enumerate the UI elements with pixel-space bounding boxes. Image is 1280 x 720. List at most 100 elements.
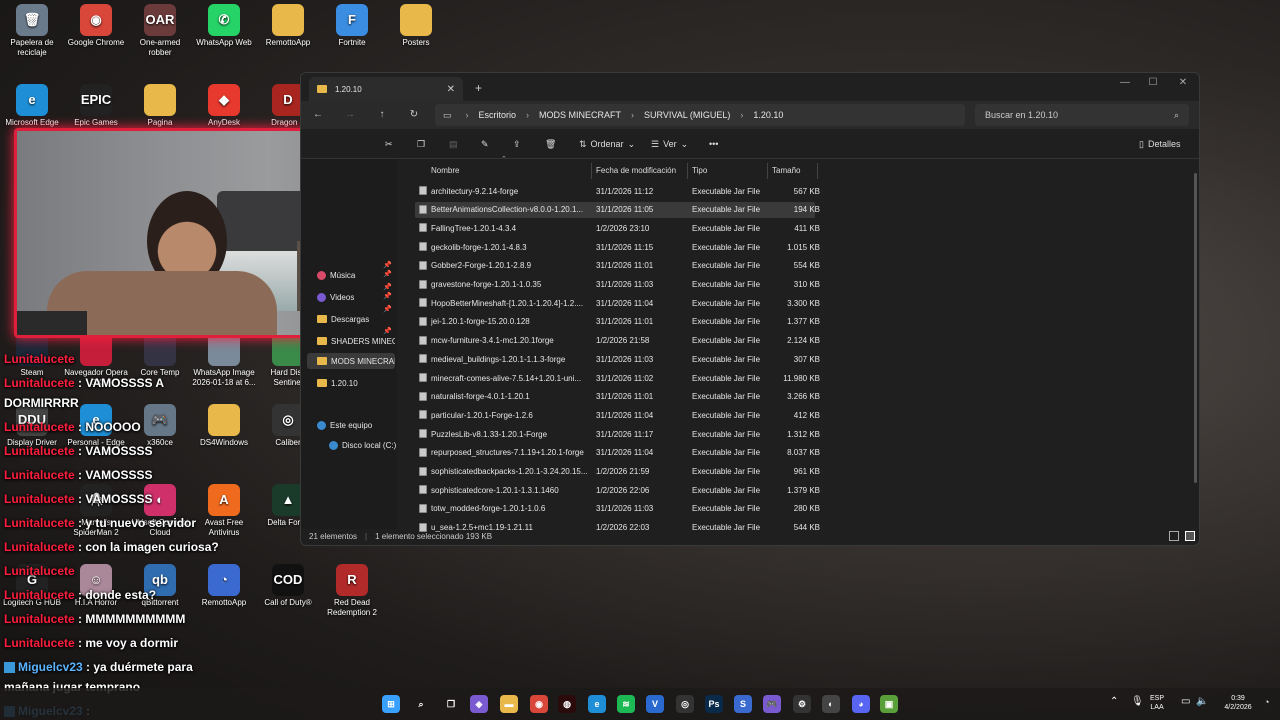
forward-icon[interactable]: → bbox=[343, 108, 357, 122]
file-row[interactable]: Gobber2-Forge-1.20.1-2.8.9 31/1/2026 11:0… bbox=[415, 258, 820, 274]
minimize-button[interactable]: — bbox=[1113, 77, 1137, 91]
close-button[interactable]: ✕ bbox=[1171, 77, 1195, 91]
chrome-icon[interactable]: ◉ bbox=[530, 695, 548, 713]
file-row[interactable]: repurposed_structures-7.1.19+1.20.1-forg… bbox=[415, 445, 820, 461]
file-row[interactable]: jei-1.20.1-forge-15.20.0.128 31/1/2026 11… bbox=[415, 314, 820, 330]
column-header[interactable]: Fecha de modificación bbox=[592, 163, 688, 179]
widgets-icon[interactable]: ◈ bbox=[470, 695, 488, 713]
paste-icon[interactable]: ▤ bbox=[449, 137, 458, 151]
nav-item[interactable]: MODS MINECRAFT bbox=[307, 353, 395, 369]
details-button[interactable]: ▯ Detalles bbox=[1139, 137, 1180, 151]
details-view-icon[interactable] bbox=[1169, 531, 1179, 541]
file-row[interactable]: FallingTree-1.20.1-4.3.4 1/2/2026 23:10 Ex… bbox=[415, 220, 820, 236]
close-tab-icon[interactable]: ✕ bbox=[447, 84, 455, 95]
desktop-icon[interactable]: OAR One-armed robber bbox=[128, 4, 192, 58]
nav-item[interactable]: SHADERS MINECRAFT bbox=[317, 333, 395, 349]
file-row[interactable]: gravestone-forge-1.20.1-1.0.35 31/1/2026 … bbox=[415, 277, 820, 293]
desktop-icon[interactable]: WhatsApp Image 2026-01-18 at 6... bbox=[192, 334, 256, 388]
desktop-icon[interactable]: COD Call of Duty® bbox=[256, 564, 320, 608]
delete-icon[interactable]: 🗑 bbox=[545, 137, 556, 151]
file-row[interactable]: totw_modded-forge-1.20.1-1.0.6 31/1/2026 … bbox=[415, 501, 820, 517]
volume-icon[interactable]: 🔈 bbox=[1196, 696, 1208, 707]
copy-icon[interactable]: ❐ bbox=[417, 137, 425, 151]
new-tab-button[interactable]: + bbox=[475, 81, 482, 95]
column-header[interactable]: Tamaño bbox=[768, 163, 818, 179]
nav-item[interactable]: Descargas bbox=[317, 311, 395, 327]
microphone-icon[interactable]: 🎙 bbox=[1131, 696, 1144, 707]
file-row[interactable]: naturalist-forge-4.0.1-1.20.1 31/1/2026 1… bbox=[415, 389, 820, 405]
discord-icon[interactable]: ◕ bbox=[852, 695, 870, 713]
desktop-icon[interactable]: ◆ AnyDesk bbox=[192, 84, 256, 128]
edge-icon[interactable]: e bbox=[588, 695, 606, 713]
davinci-icon[interactable]: ◍ bbox=[558, 695, 576, 713]
column-header[interactable]: Tipo bbox=[688, 163, 768, 179]
settings-icon[interactable]: ⚙ bbox=[793, 695, 811, 713]
maximize-button[interactable]: ☐ bbox=[1141, 77, 1165, 91]
up-icon[interactable]: ↑ bbox=[375, 108, 389, 122]
breadcrumb-item[interactable]: Escritorio bbox=[479, 110, 517, 120]
desktop-icon[interactable]: ✆ WhatsApp Web bbox=[192, 4, 256, 48]
search-input[interactable]: Buscar en 1.20.10 bbox=[985, 110, 1174, 120]
desktop-icon[interactable]: R Red Dead Redemption 2 bbox=[320, 564, 384, 618]
file-row[interactable]: BetterAnimationsCollection-v8.0.0-1.20.1… bbox=[415, 201, 820, 218]
task-view-icon[interactable]: ❐ bbox=[442, 695, 460, 713]
tiles-view-icon[interactable] bbox=[1185, 531, 1195, 541]
game-controller-icon[interactable]: ◐ bbox=[822, 695, 840, 713]
file-row[interactable]: mcw-furniture-3.4.1-mc1.20.1forge 1/2/202… bbox=[415, 333, 820, 349]
file-row[interactable]: PuzzlesLib-v8.1.33-1.20.1-Forge 31/1/2026… bbox=[415, 426, 820, 442]
desktop-icon[interactable]: RemottoApp bbox=[256, 4, 320, 48]
photoshop-icon[interactable]: Ps bbox=[705, 695, 723, 713]
rename-icon[interactable]: ✎ bbox=[481, 137, 489, 151]
file-row[interactable]: sophisticatedbackpacks-1.20.1-3.24.20.15… bbox=[415, 464, 820, 480]
sort-button[interactable]: ⇅ Ordenar ⌄ bbox=[579, 137, 635, 151]
gamepad-icon[interactable]: 🎮 bbox=[763, 695, 781, 713]
desktop-icon[interactable]: Pagina bbox=[128, 84, 192, 128]
notifications-icon[interactable]: ◔ bbox=[1264, 697, 1269, 707]
desktop-icon[interactable]: ◔ RemottoApp bbox=[192, 564, 256, 608]
share-icon[interactable]: ⇪ bbox=[513, 137, 521, 151]
desktop-icon[interactable]: ◉ Google Chrome bbox=[64, 4, 128, 48]
network-icon[interactable]: ▭ bbox=[1181, 696, 1190, 707]
file-explorer-icon[interactable]: ▬ bbox=[500, 695, 518, 713]
breadcrumb-item[interactable]: MODS MINECRAFT bbox=[539, 110, 621, 120]
skype-icon[interactable]: S bbox=[734, 695, 752, 713]
language-indicator[interactable]: ESP LAA bbox=[1150, 694, 1164, 712]
minecraft-icon[interactable]: ▣ bbox=[880, 695, 898, 713]
file-row[interactable]: particular-1.20.1-Forge-1.2.6 31/1/2026 1… bbox=[415, 407, 820, 423]
column-header[interactable]: Nombre bbox=[427, 163, 592, 179]
more-options-button[interactable]: ••• bbox=[709, 137, 718, 151]
back-icon[interactable]: ← bbox=[311, 108, 325, 122]
file-row[interactable]: HopoBetterMineshaft-[1.20.1-1.20.4]-1.2.… bbox=[415, 295, 820, 311]
desktop-icon[interactable]: DS4Windows bbox=[192, 404, 256, 448]
spotify-icon[interactable]: ≋ bbox=[617, 695, 635, 713]
clock[interactable]: 0:39 4/2/2026 bbox=[1218, 694, 1258, 712]
tab-1-20-10[interactable]: 1.20.10 ✕ bbox=[309, 77, 463, 101]
windows-start-icon[interactable]: ⊞ bbox=[382, 695, 400, 713]
desktop-icon[interactable]: F Fortnite bbox=[320, 4, 384, 48]
nav-item[interactable]: Disco local (C:) bbox=[329, 437, 407, 453]
desktop-icon[interactable]: e Microsoft Edge bbox=[0, 84, 64, 128]
chevron-up-icon[interactable]: ⌃ bbox=[1110, 696, 1118, 707]
file-row[interactable]: minecraft-comes-alive-7.5.14+1.20.1-uni.… bbox=[415, 370, 820, 386]
vertical-scrollbar[interactable] bbox=[1194, 173, 1197, 483]
search-icon[interactable]: ⌕ bbox=[412, 695, 430, 713]
desktop-icon[interactable]: 🗑 Papelera de reciclaje bbox=[0, 4, 64, 58]
desktop-icon[interactable]: A Avast Free Antivirus bbox=[192, 484, 256, 538]
refresh-icon[interactable]: ↻ bbox=[407, 108, 421, 122]
file-row[interactable]: geckolib-forge-1.20.1-4.8.3 31/1/2026 11:… bbox=[415, 239, 820, 255]
breadcrumb[interactable]: ▭ › Escritorio › MODS MINECRAFT › SURVIVAL (… bbox=[435, 104, 965, 126]
search-box[interactable]: Buscar en 1.20.10 ⌕ bbox=[975, 104, 1189, 126]
file-row[interactable]: medieval_buildings-1.20.1-1.1.3-forge 31/… bbox=[415, 351, 820, 367]
cut-icon[interactable]: ✂ bbox=[385, 137, 393, 151]
file-row[interactable]: architectury-9.2.14-forge 31/1/2026 11:12… bbox=[415, 183, 820, 199]
desktop-icon[interactable]: Posters bbox=[384, 4, 448, 48]
breadcrumb-item[interactable]: 1.20.10 bbox=[753, 110, 783, 120]
visio-icon[interactable]: V bbox=[646, 695, 664, 713]
nav-item[interactable]: Este equipo bbox=[317, 417, 395, 433]
view-button[interactable]: ☰ Ver ⌄ bbox=[651, 137, 688, 151]
breadcrumb-item[interactable]: SURVIVAL (MIGUEL) bbox=[644, 110, 730, 120]
file-row[interactable]: sophisticatedcore-1.20.1-1.3.1.1460 1/2/2… bbox=[415, 482, 820, 498]
nav-item[interactable]: 1.20.10 bbox=[317, 375, 395, 391]
desktop-icon[interactable]: Core Temp bbox=[128, 334, 192, 378]
obs-icon[interactable]: ◎ bbox=[676, 695, 694, 713]
